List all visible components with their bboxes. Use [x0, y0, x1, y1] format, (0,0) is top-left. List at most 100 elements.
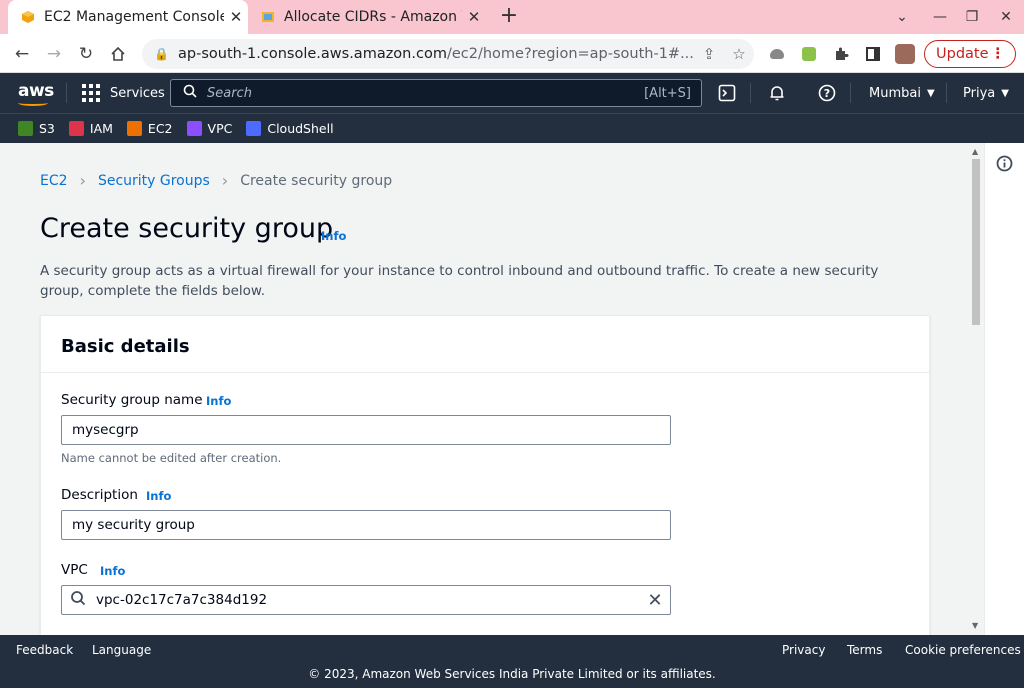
privacy-link[interactable]: Privacy	[782, 643, 825, 657]
extension-icon[interactable]	[764, 41, 790, 67]
region-selector[interactable]: Mumbai ▼	[869, 73, 935, 113]
search-icon	[70, 590, 90, 610]
scrollbar-thumb[interactable]	[972, 159, 980, 325]
extensions-puzzle-icon[interactable]	[828, 41, 854, 67]
panel-heading: Basic details	[41, 316, 929, 373]
favorite-ec2[interactable]: EC2	[126, 121, 173, 136]
forward-icon[interactable]: →	[41, 41, 67, 67]
caret-down-icon: ▼	[1001, 87, 1009, 99]
breadcrumb-security-groups[interactable]: Security Groups	[98, 173, 210, 189]
close-tab-icon[interactable]: ✕	[224, 8, 248, 26]
url-domain: ap-south-1.console.aws.amazon.com	[178, 46, 447, 62]
url-path: /ec2/home?region=ap-south-1#...	[446, 46, 694, 62]
info-circle-icon[interactable]	[996, 155, 1013, 176]
address-bar[interactable]: 🔒 ap-south-1.console.aws.amazon.com/ec2/…	[142, 39, 754, 69]
aws-logo[interactable]: aws	[18, 81, 54, 106]
update-label: Update	[936, 46, 989, 62]
ec2-icon	[126, 121, 142, 136]
aws-search-input[interactable]: Search [Alt+S]	[170, 79, 702, 107]
help-icon[interactable]: ?	[816, 82, 838, 104]
browser-tab-strip: EC2 Management Console ✕ Allocate CIDRs …	[0, 0, 1024, 34]
bookmark-star-icon[interactable]: ☆	[724, 45, 754, 63]
breadcrumb-current: Create security group	[240, 172, 393, 189]
scroll-up-icon[interactable]: ▲	[972, 147, 978, 156]
tab-ec2-console[interactable]: EC2 Management Console ✕	[8, 0, 248, 34]
close-tab-icon[interactable]: ✕	[462, 8, 486, 26]
aws-top-nav: aws Services Search [Alt+S] ? Mumbai ▼ P…	[0, 73, 1024, 113]
reload-icon[interactable]: ↻	[73, 41, 99, 67]
copyright-text: © 2023, Amazon Web Services India Privat…	[308, 667, 716, 681]
tab-allocate-cidrs[interactable]: Allocate CIDRs - Amazon V ✕	[250, 0, 486, 34]
services-menu[interactable]: Services	[82, 73, 165, 113]
services-label: Services	[110, 85, 165, 101]
description-info-link[interactable]: Info	[146, 489, 171, 503]
vpc-select-input[interactable]: vpc-02c17c7a7c384d192 ✕	[61, 585, 671, 615]
scroll-down-icon[interactable]: ▼	[972, 621, 978, 630]
terms-link[interactable]: Terms	[847, 643, 882, 657]
cloudshell-service-icon	[246, 121, 262, 136]
sg-name-hint: Name cannot be edited after creation.	[61, 451, 282, 465]
profile-avatar[interactable]	[892, 41, 918, 67]
s3-icon	[18, 121, 33, 136]
browser-menu-icon[interactable]: ⋮	[991, 46, 1006, 62]
sg-name-input[interactable]: mysecgrp	[61, 415, 671, 445]
vpc-info-link[interactable]: Info	[100, 564, 125, 578]
favorite-cloudshell[interactable]: CloudShell	[246, 121, 334, 136]
tab-search-chevron-icon[interactable]: ⌄	[886, 0, 918, 34]
clear-icon[interactable]: ✕	[640, 590, 670, 611]
description-input[interactable]: my security group	[61, 510, 671, 540]
language-link[interactable]: Language	[92, 643, 151, 657]
page-title: Create security group	[40, 213, 334, 244]
back-icon[interactable]: ←	[9, 41, 35, 67]
help-panel-rail	[984, 143, 1024, 635]
close-window-icon[interactable]: ✕	[990, 0, 1022, 34]
user-label: Priya	[963, 85, 996, 101]
chevron-right-icon: ›	[221, 171, 229, 190]
page-description: A security group acts as a virtual firew…	[40, 263, 879, 299]
favorite-iam[interactable]: IAM	[68, 121, 113, 136]
favorites-bar: S3 IAM EC2 VPC CloudShell	[0, 113, 1024, 143]
cloudshell-icon[interactable]	[716, 82, 738, 104]
vpc-icon	[186, 121, 202, 136]
chevron-right-icon: ›	[79, 171, 86, 190]
breadcrumb-ec2[interactable]: EC2	[40, 173, 68, 189]
feedback-link[interactable]: Feedback	[16, 643, 73, 657]
extension-plant-icon[interactable]	[796, 41, 822, 67]
sg-name-label: Security group name	[61, 392, 203, 408]
main-content: EC2 › Security Groups › Create security …	[0, 143, 984, 635]
search-placeholder: Search	[207, 85, 252, 101]
svg-text:?: ?	[824, 87, 830, 100]
sg-name-info-link[interactable]: Info	[206, 394, 231, 408]
search-shortcut: [Alt+S]	[644, 85, 691, 101]
vpc-value: vpc-02c17c7a7c384d192	[96, 592, 268, 608]
search-icon	[183, 84, 197, 102]
breadcrumb: EC2 › Security Groups › Create security …	[40, 171, 392, 190]
description-label: Description	[61, 487, 138, 503]
vpc-label: VPC	[61, 562, 88, 578]
console-footer: Feedback Language Privacy Terms Cookie p…	[0, 635, 1024, 688]
aws-cube-icon	[20, 9, 36, 25]
tab-title: Allocate CIDRs - Amazon V	[284, 9, 462, 25]
page-info-link[interactable]: Info	[321, 229, 346, 243]
share-icon[interactable]: ⇪	[694, 45, 724, 63]
page-scrollbar[interactable]: ▲ ▼	[968, 143, 984, 635]
services-grid-icon	[82, 84, 100, 102]
account-menu[interactable]: Priya ▼	[963, 73, 1009, 113]
restore-icon[interactable]: ❐	[956, 0, 988, 34]
docs-icon	[260, 9, 276, 25]
tab-title: EC2 Management Console	[44, 9, 224, 25]
notifications-bell-icon[interactable]	[766, 82, 788, 104]
side-panel-icon[interactable]	[860, 41, 886, 67]
iam-icon	[68, 121, 84, 136]
lock-icon: 🔒	[154, 47, 169, 61]
region-label: Mumbai	[869, 85, 921, 101]
favorite-s3[interactable]: S3	[18, 121, 55, 136]
basic-details-panel: Basic details Security group name Info m…	[40, 315, 930, 635]
minimize-icon[interactable]: —	[924, 0, 956, 34]
favorite-vpc[interactable]: VPC	[186, 121, 232, 136]
update-button[interactable]: Update ⋮	[924, 40, 1016, 68]
new-tab-button[interactable]: +	[496, 4, 522, 30]
home-icon[interactable]	[105, 41, 131, 67]
cookie-preferences-link[interactable]: Cookie preferences	[905, 643, 1021, 657]
caret-down-icon: ▼	[926, 87, 935, 99]
